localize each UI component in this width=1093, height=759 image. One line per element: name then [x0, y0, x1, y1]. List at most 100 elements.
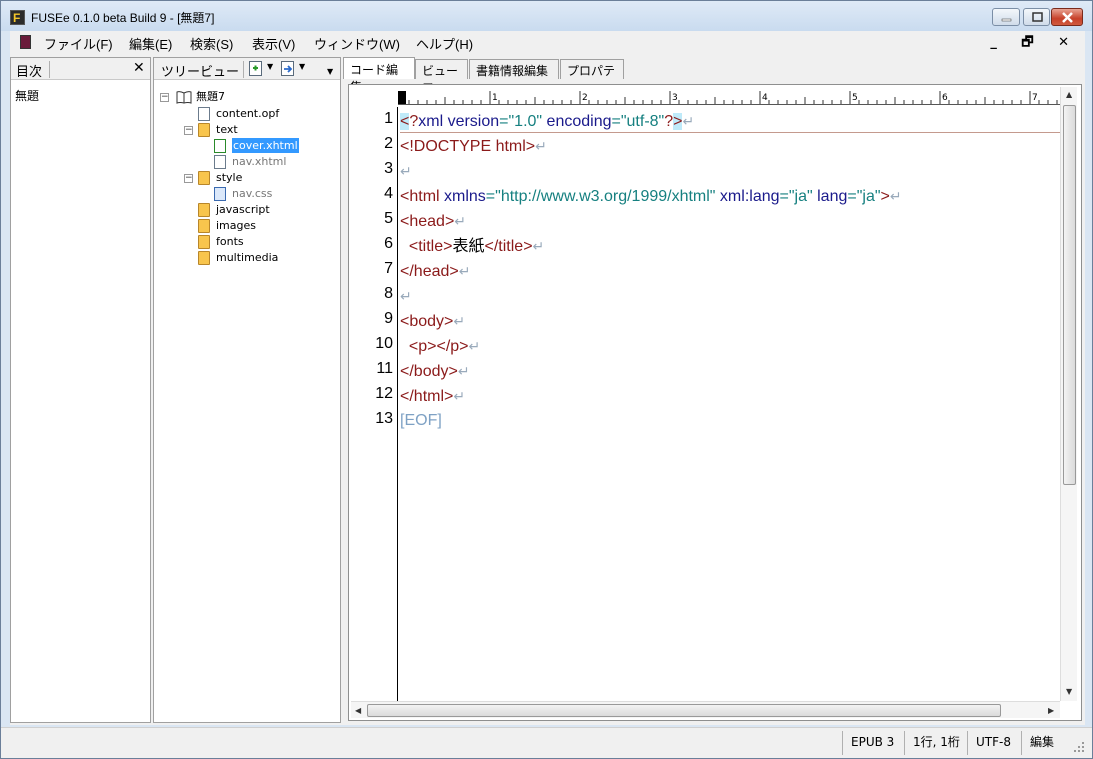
- code-line-10: <p></p>↵: [400, 335, 480, 357]
- tag-open: <p>: [408, 338, 437, 355]
- horizontal-scroll-thumb[interactable]: [367, 704, 1001, 717]
- attr-eq: =: [611, 113, 621, 130]
- folder-icon: [198, 123, 210, 137]
- toc-close-button[interactable]: ✕: [133, 60, 145, 76]
- collapse-style-icon[interactable]: −: [184, 174, 193, 183]
- xml-decl-q: ?: [664, 113, 674, 130]
- menu-file[interactable]: ファイル(F): [44, 34, 113, 53]
- line-number: 7: [384, 260, 393, 277]
- status-format: EPUB 3: [842, 731, 902, 755]
- tag-open: <title>: [408, 238, 453, 255]
- scroll-up-icon[interactable]: ▲: [1066, 90, 1072, 99]
- import-dropdown-icon[interactable]: ▼: [299, 62, 305, 71]
- tree-item-label: content.opf: [216, 107, 280, 120]
- toc-item[interactable]: 無題: [15, 87, 39, 104]
- maximize-button[interactable]: [1023, 8, 1050, 26]
- attr-value: "http://www.w3.org/1999/xhtml": [495, 188, 716, 205]
- line-number: 3: [384, 160, 393, 177]
- ruler-label: 5: [852, 93, 858, 103]
- close-button[interactable]: [1051, 8, 1083, 26]
- tree-item-label: nav.xhtml: [232, 155, 287, 168]
- line-number: 1: [384, 110, 393, 127]
- horizontal-scrollbar[interactable]: ◀ ▶: [351, 701, 1060, 718]
- attr-name: version: [447, 113, 500, 130]
- menu-search[interactable]: 検索(S): [190, 34, 233, 53]
- collapse-text-icon[interactable]: −: [184, 126, 193, 135]
- mdi-window-buttons[interactable]: _ 🗗 ✕: [990, 33, 1079, 55]
- code-line-11: </body>↵: [400, 360, 470, 382]
- tab-code-edit[interactable]: コード編集: [343, 57, 415, 94]
- import-file-icon[interactable]: [281, 61, 294, 76]
- attr-value: "ja": [788, 188, 813, 205]
- attr-name: lang: [812, 188, 848, 205]
- tag-open: <html: [400, 188, 445, 205]
- return-mark: ↵: [532, 238, 545, 254]
- title-bar[interactable]: F FUSEe 0.1.0 beta Build 9 - [無題7]: [1, 1, 1092, 31]
- scroll-right-icon[interactable]: ▶: [1048, 706, 1054, 715]
- app-logo-icon: F: [10, 10, 25, 25]
- attr-eq: =: [485, 188, 496, 205]
- attr-eq: =: [779, 188, 789, 205]
- ruler: 1 2 3 4 5 6 7: [398, 91, 1060, 105]
- folder-icon: [198, 251, 210, 265]
- menu-window[interactable]: ウィンドウ(W): [314, 34, 400, 53]
- line-number-gutter: 1 2 3 4 5 6 7 8 9 10 11 12 13: [349, 107, 398, 701]
- add-file-dropdown-icon[interactable]: ▼: [267, 62, 273, 71]
- maximize-icon: [1032, 12, 1043, 22]
- toc-header-divider: [49, 61, 50, 78]
- tab-book-info[interactable]: 書籍情報編集: [469, 59, 559, 79]
- return-mark: ↵: [400, 288, 412, 304]
- tab-viewer[interactable]: ビューワ: [415, 59, 468, 95]
- eof-marker: [EOF]: [400, 412, 442, 429]
- ruler-label: 6: [942, 93, 948, 103]
- menu-help[interactable]: ヘルプ(H): [416, 34, 473, 53]
- xml-decl-q: ?: [409, 113, 419, 130]
- resize-grip-icon[interactable]: [1072, 740, 1086, 754]
- scroll-down-icon[interactable]: ▼: [1066, 687, 1072, 696]
- scroll-left-icon[interactable]: ◀: [355, 706, 361, 715]
- add-file-icon[interactable]: [249, 61, 262, 76]
- app-logo-letter: F: [13, 11, 21, 25]
- attr-name: xml:lang: [715, 188, 780, 205]
- opf-file-icon: [198, 107, 210, 121]
- toc-pane: 目次 ✕ 無題: [10, 57, 151, 723]
- status-mode: 編集: [1021, 731, 1061, 755]
- line-number: 4: [384, 185, 393, 202]
- return-mark: ↵: [400, 163, 412, 179]
- toolbar-overflow-icon[interactable]: ▼: [327, 67, 333, 76]
- ruler-label: 2: [582, 93, 588, 103]
- line-number: 6: [384, 235, 393, 252]
- folder-icon: [198, 235, 210, 249]
- minimize-button[interactable]: [992, 8, 1020, 26]
- menu-edit[interactable]: 編集(E): [129, 34, 172, 53]
- code-line-5: <head>↵: [400, 210, 466, 232]
- tab-properties[interactable]: プロパティ: [560, 59, 624, 95]
- ruler-ticks: 1 2 3 4 5 6 7: [398, 91, 1058, 104]
- tree-item-label: cover.xhtml: [232, 138, 299, 153]
- tree-root-label: 無題7: [196, 90, 225, 103]
- status-encoding: UTF-8: [967, 731, 1020, 755]
- menu-bar: ファイル(F) 編集(E) 検索(S) 表示(V) ウィンドウ(W) ヘルプ(H…: [10, 31, 1085, 53]
- tree-item-label: text: [216, 123, 238, 136]
- tag: </html>: [400, 388, 454, 405]
- tree-item-label: nav.css: [232, 187, 273, 200]
- line-number: 8: [384, 285, 393, 302]
- collapse-root-icon[interactable]: −: [160, 93, 169, 102]
- tree-item-label: fonts: [216, 235, 244, 248]
- line-number: 9: [384, 310, 393, 327]
- line-number: 12: [375, 385, 393, 402]
- menu-view[interactable]: 表示(V): [252, 34, 295, 53]
- code-editor[interactable]: 1234567 1 2 3 4 5 6 7 8 9 10 11 12 13 <?…: [348, 84, 1082, 721]
- code-content[interactable]: <?xml version="1.0" encoding="utf-8"?>↵ …: [400, 107, 1060, 701]
- tree-item-label: multimedia: [216, 251, 279, 264]
- code-line-8: ↵: [400, 285, 412, 307]
- folder-icon: [198, 219, 210, 233]
- css-file-icon: [214, 187, 226, 201]
- code-line-7: </head>↵: [400, 260, 470, 282]
- vertical-scrollbar[interactable]: ▲ ▼: [1060, 87, 1077, 701]
- return-mark: ↵: [453, 388, 466, 404]
- vertical-scroll-thumb[interactable]: [1063, 105, 1076, 485]
- document-icon[interactable]: [20, 35, 31, 49]
